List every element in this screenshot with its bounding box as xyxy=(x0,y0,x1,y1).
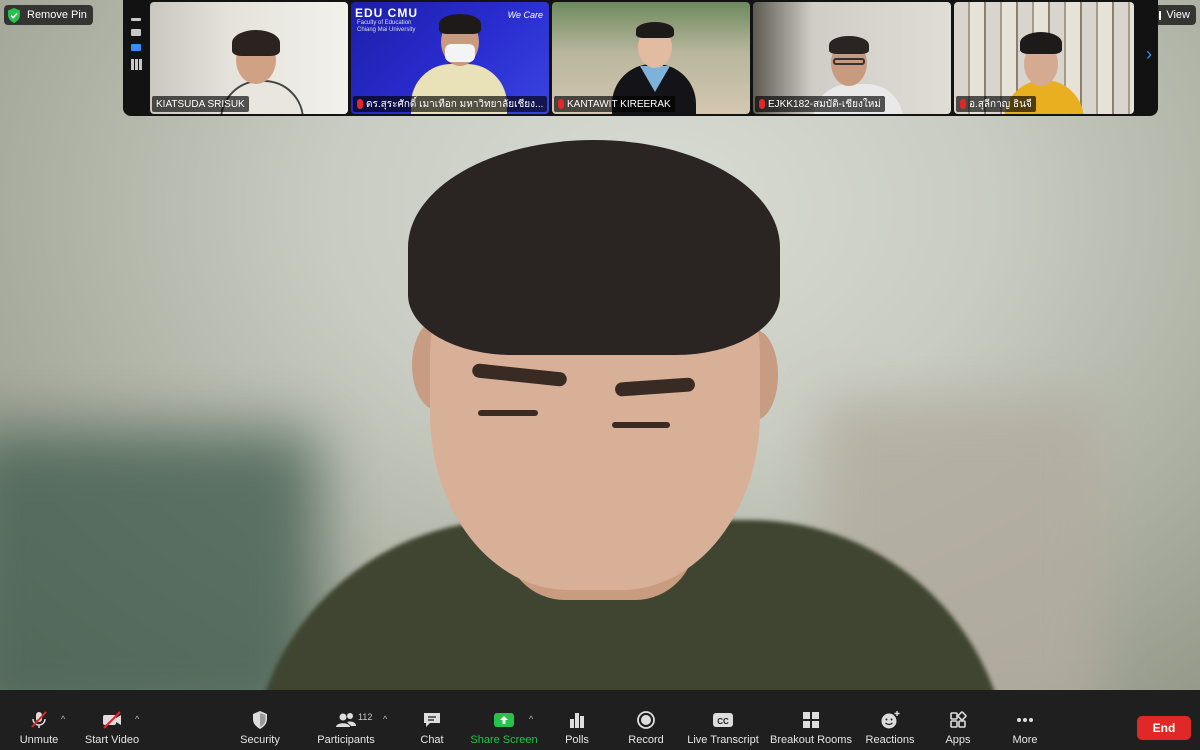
face-mask xyxy=(445,44,475,62)
gallery-view-controls xyxy=(123,0,149,116)
share-screen-icon xyxy=(494,713,514,727)
record-label: Record xyxy=(628,734,664,746)
we-care-logo: We Care xyxy=(507,10,543,20)
apps-button[interactable]: Apps xyxy=(942,690,974,750)
muted-mic-icon xyxy=(960,99,966,109)
participant-tile[interactable]: อ.สุลีกาญ ธินจี xyxy=(954,2,1134,114)
participant-name-label: KANTAWIT KIREERAK xyxy=(554,96,675,112)
shield-check-icon xyxy=(8,7,20,23)
polls-label: Polls xyxy=(565,734,589,746)
svg-text:CC: CC xyxy=(717,717,729,726)
view-label: View xyxy=(1166,9,1190,21)
participants-label: Participants xyxy=(317,734,375,746)
start-video-label: Start Video xyxy=(84,734,140,746)
participants-icon xyxy=(336,713,356,727)
speaker-eye xyxy=(478,410,538,416)
glasses xyxy=(833,58,865,65)
video-options-caret-icon[interactable]: ^ xyxy=(135,714,139,724)
audio-options-caret-icon[interactable]: ^ xyxy=(61,714,65,724)
chat-label: Chat xyxy=(420,734,444,746)
participant-tile[interactable]: KIATSUDA SRISUK xyxy=(150,2,348,114)
share-screen-button[interactable]: Share Screen xyxy=(470,690,538,750)
participant-tile[interactable]: EDU CMU Faculty of Education Chiang Mai … xyxy=(351,2,549,114)
video-off-icon xyxy=(103,711,121,729)
security-label: Security xyxy=(240,734,280,746)
logo-subtitle: Faculty of Education xyxy=(357,20,412,26)
security-button[interactable]: Security xyxy=(238,690,282,750)
muted-mic-icon xyxy=(558,99,564,109)
participants-caret-icon[interactable]: ^ xyxy=(383,714,387,724)
muted-microphone-icon xyxy=(31,711,47,728)
more-dots-icon xyxy=(1017,718,1033,722)
participant-hair xyxy=(829,36,869,54)
start-video-button[interactable]: Start Video xyxy=(84,690,140,750)
participants-count: 112 xyxy=(358,712,373,722)
next-page-chevron-icon[interactable]: › xyxy=(1146,44,1152,65)
hide-strip-icon[interactable] xyxy=(131,18,141,21)
remove-pin-label: Remove Pin xyxy=(27,9,87,21)
smiley-plus-icon xyxy=(881,711,900,729)
strip-layout-active-icon[interactable] xyxy=(131,44,141,51)
unmute-label: Unmute xyxy=(19,734,59,746)
remove-pin-badge[interactable]: Remove Pin xyxy=(4,5,93,25)
live-transcript-label: Live Transcript xyxy=(687,734,759,746)
bar-chart-icon xyxy=(570,713,584,728)
record-button[interactable]: Record xyxy=(627,690,665,750)
participant-name-label: ดร.สุระศักดิ์ เมาเทือก มหาวิทยาลัยเชียง.… xyxy=(353,96,548,112)
strip-layout-icon[interactable] xyxy=(131,29,141,36)
background-blur xyxy=(0,430,320,690)
live-transcript-button[interactable]: CC Live Transcript xyxy=(687,690,759,750)
participant-tile[interactable]: KANTAWIT KIREERAK xyxy=(552,2,750,114)
breakout-rooms-button[interactable]: Breakout Rooms xyxy=(770,690,852,750)
participant-tile[interactable]: EJKK182-สมบัติ-เชียงใหม่ xyxy=(753,2,951,114)
participant-name-label: EJKK182-สมบัติ-เชียงใหม่ xyxy=(755,96,885,112)
record-icon xyxy=(637,711,655,729)
closed-caption-icon: CC xyxy=(713,713,733,727)
end-meeting-button[interactable]: End xyxy=(1137,716,1191,740)
apps-icon xyxy=(950,711,967,728)
more-button[interactable]: More xyxy=(1009,690,1041,750)
reactions-button[interactable]: Reactions xyxy=(866,690,914,750)
participant-hair xyxy=(1020,32,1062,54)
participant-hair xyxy=(439,14,481,34)
participant-name-label: KIATSUDA SRISUK xyxy=(152,96,249,112)
reactions-label: Reactions xyxy=(865,734,915,746)
unmute-button[interactable]: Unmute xyxy=(18,690,60,750)
participant-name-label: อ.สุลีกาญ ธินจี xyxy=(956,96,1036,112)
polls-button[interactable]: Polls xyxy=(562,690,592,750)
share-screen-label: Share Screen xyxy=(470,734,538,746)
apps-label: Apps xyxy=(945,734,971,746)
gallery-grid-icon[interactable] xyxy=(130,59,142,70)
meeting-toolbar: Unmute ^ Start Video ^ Security Particip… xyxy=(0,690,1200,750)
breakout-rooms-icon xyxy=(803,712,819,728)
gallery-strip: KIATSUDA SRISUK EDU CMU Faculty of Educa… xyxy=(123,0,1158,116)
muted-mic-icon xyxy=(357,99,363,109)
speaker-eye xyxy=(612,422,670,428)
participant-hair xyxy=(636,22,674,38)
speaker-hair xyxy=(408,140,780,355)
participant-hair xyxy=(232,30,280,56)
muted-mic-icon xyxy=(759,99,765,109)
chat-button[interactable]: Chat xyxy=(417,690,447,750)
shield-icon xyxy=(253,711,267,729)
more-label: More xyxy=(1012,734,1038,746)
breakout-rooms-label: Breakout Rooms xyxy=(770,734,852,746)
logo-subtitle: Chiang Mai University xyxy=(357,27,416,33)
chat-bubble-icon xyxy=(424,713,440,727)
educmu-logo: EDU CMU xyxy=(355,6,418,20)
share-options-caret-icon[interactable]: ^ xyxy=(529,714,533,724)
